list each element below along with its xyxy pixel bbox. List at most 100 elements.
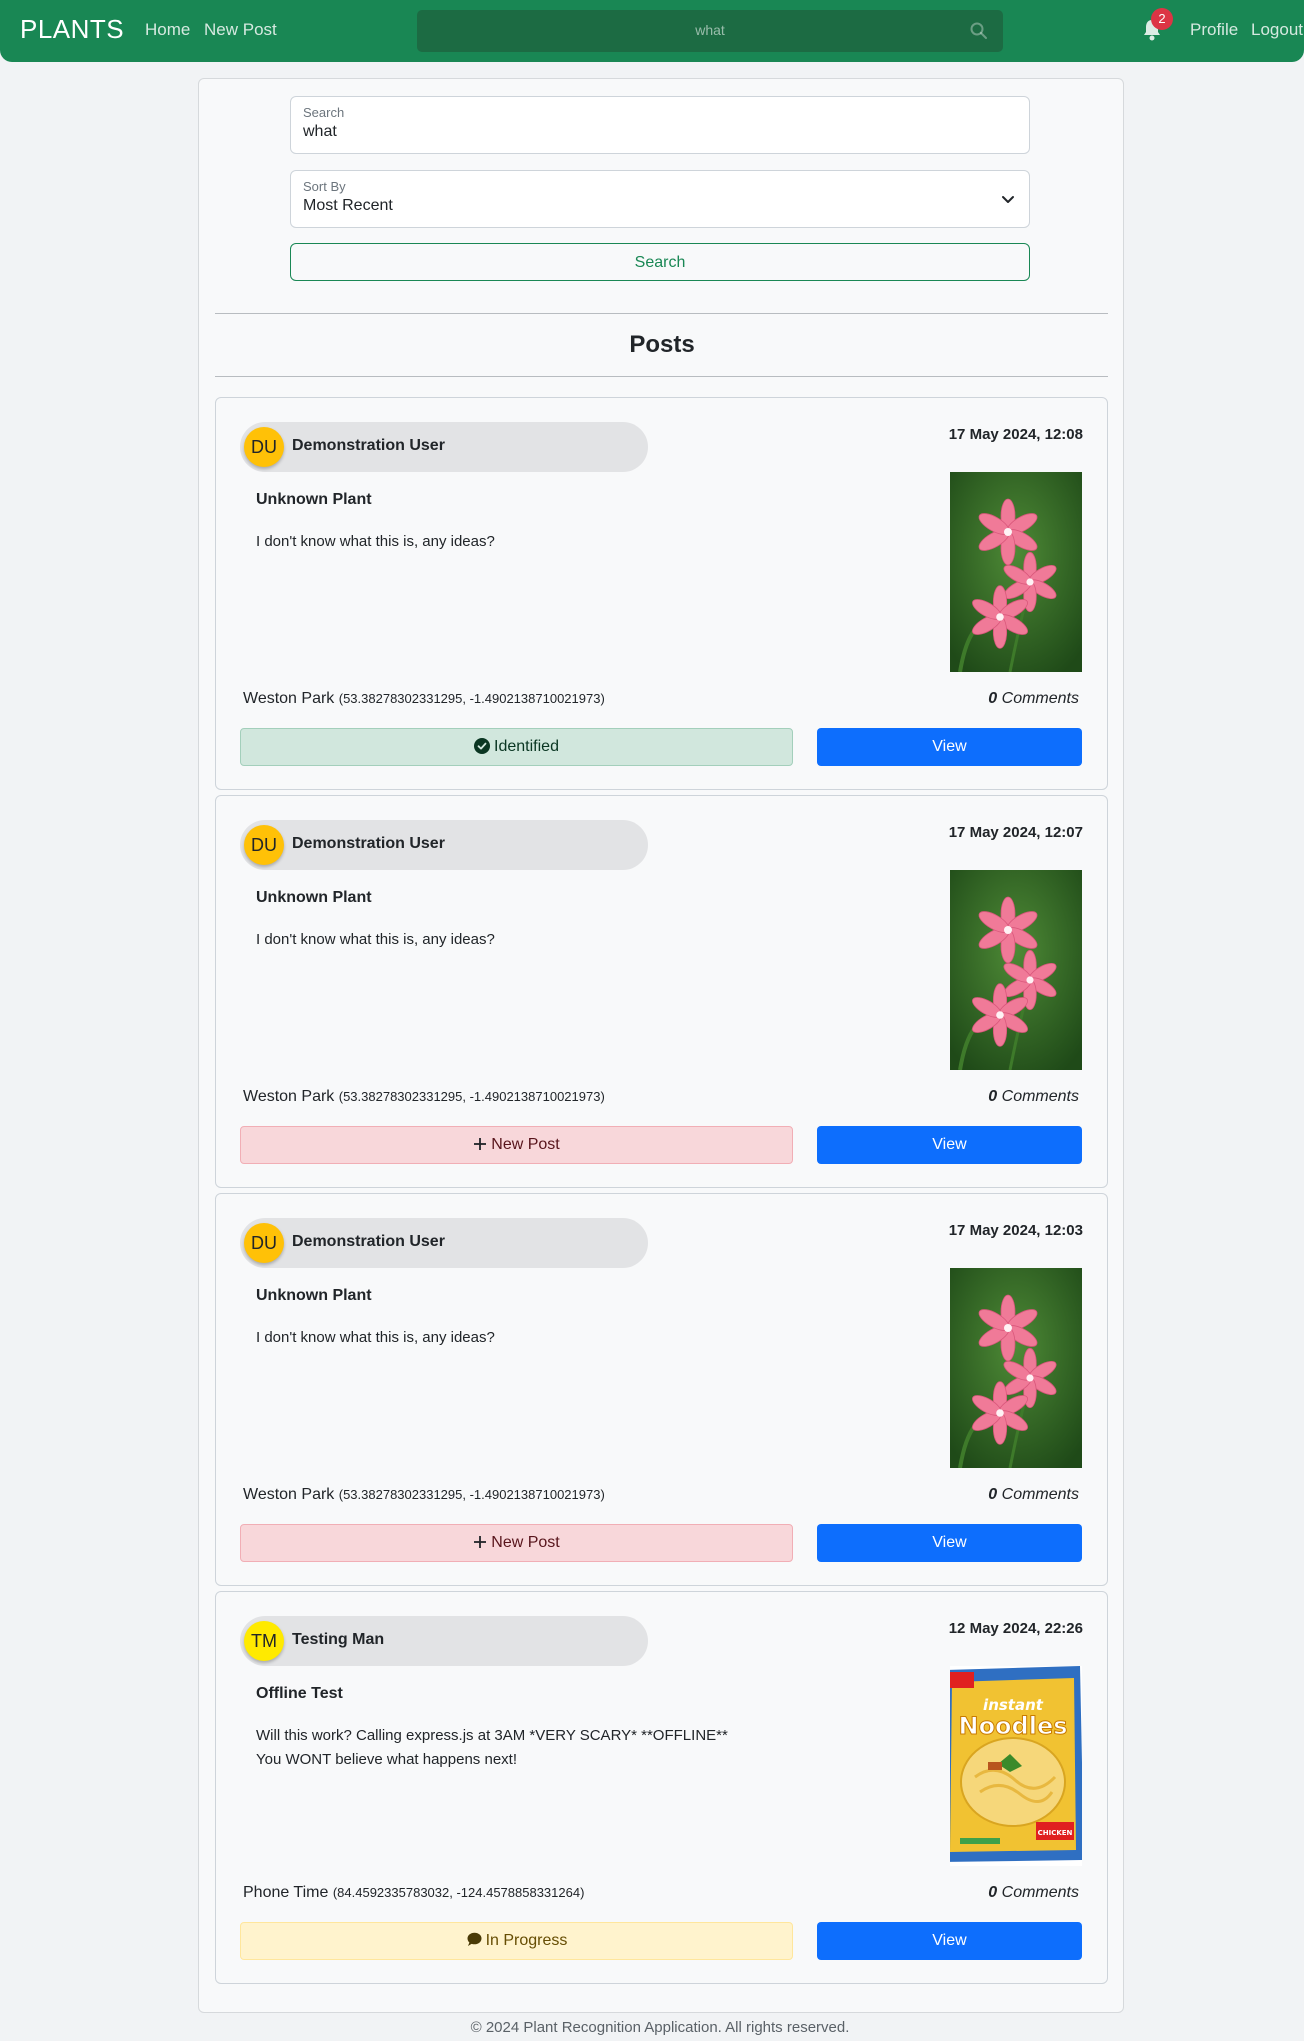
comment-count-label: Comments [1001,1884,1079,1901]
avatar: TM [244,1621,284,1661]
chat-bubble-icon [467,1932,482,1947]
plus-icon [474,1137,487,1150]
post-image[interactable] [950,472,1082,672]
search-field[interactable]: Search what [290,96,1030,154]
post-title: Offline Test [256,1685,343,1702]
location-coords: (53.38278302331295, -1.4902138710021973) [338,1487,605,1502]
nav-logout-link[interactable]: Logout [1251,20,1303,40]
post-image[interactable] [950,1268,1082,1468]
comment-count: 0 Comments [988,1088,1079,1106]
user-pill[interactable]: DU Demonstration User [240,1218,648,1268]
post-title: Unknown Plant [256,491,372,508]
post-description-line: Will this work? Calling express.js at 3A… [256,1727,728,1744]
status-label: New Post [491,1534,560,1551]
location-name: Weston Park [243,1088,335,1105]
navbar-search-input[interactable]: what [417,10,1003,52]
chevron-down-icon [1002,196,1014,203]
user-pill[interactable]: TM Testing Man [240,1616,648,1666]
footer: © 2024 Plant Recognition Application. Al… [470,2019,850,2036]
comment-count-number: 0 [988,690,998,707]
navbar: PLANTS Home New Post what 2 Profile Logo… [0,0,1304,62]
post-card: TM Testing Man 12 May 2024, 22:26 Offlin… [215,1591,1108,1984]
noodles-image: instant Noodles CHICKEN [950,1666,1082,1866]
location-coords: (53.38278302331295, -1.4902138710021973) [338,1089,605,1104]
comment-count-number: 0 [988,1088,998,1105]
post-description: I don't know what this is, any ideas? [256,530,816,554]
post-title: Unknown Plant [256,1287,372,1304]
svg-text:CHICKEN: CHICKEN [1038,1829,1073,1837]
navbar-search-value: what [695,22,725,38]
post-description-line: I don't know what this is, any ideas? [256,1329,495,1346]
avatar: DU [244,825,284,865]
status-label: Identified [494,738,559,755]
username: Testing Man [292,1631,385,1648]
post-description-line: You WONT believe what happens next! [256,1751,517,1768]
nav-profile-link[interactable]: Profile [1190,20,1238,40]
status-badge[interactable]: New Post [240,1524,793,1562]
sort-select[interactable]: Sort By Most Recent [290,170,1030,228]
post-image[interactable]: instant Noodles CHICKEN [950,1666,1082,1866]
view-button[interactable]: View [817,1922,1082,1960]
username: Demonstration User [292,437,445,454]
notification-badge: 2 [1151,8,1173,30]
status-badge[interactable]: Identified [240,728,793,766]
avatar: DU [244,427,284,467]
comment-count-label: Comments [1001,1486,1079,1503]
comment-count-label: Comments [1001,690,1079,707]
post-description: Will this work? Calling express.js at 3A… [256,1724,816,1772]
comment-count-number: 0 [988,1884,998,1901]
post-title: Unknown Plant [256,889,372,906]
post-date: 17 May 2024, 12:03 [948,1222,1083,1239]
search-button[interactable]: Search [290,243,1030,281]
post-card: DU Demonstration User 17 May 2024, 12:03… [215,1193,1108,1586]
post-description: I don't know what this is, any ideas? [256,1326,816,1350]
post-card: DU Demonstration User 17 May 2024, 12:08… [215,397,1108,790]
main-container: Search what Sort By Most Recent Search P… [198,78,1124,2013]
post-description-line: I don't know what this is, any ideas? [256,533,495,550]
search-icon[interactable] [969,21,989,41]
post-date: 12 May 2024, 22:26 [948,1620,1083,1637]
divider [215,376,1108,377]
status-label: New Post [491,1136,560,1153]
status-badge[interactable]: New Post [240,1126,793,1164]
avatar: DU [244,1223,284,1263]
post-description: I don't know what this is, any ideas? [256,928,816,952]
comment-count-number: 0 [988,1486,998,1503]
status-label: In Progress [485,1932,568,1949]
location-name: Weston Park [243,690,335,707]
nav-new-post-link[interactable]: New Post [204,20,277,40]
post-image[interactable] [950,870,1082,1070]
post-date: 17 May 2024, 12:07 [948,824,1083,841]
user-pill[interactable]: DU Demonstration User [240,820,648,870]
search-field-label: Search [303,105,345,120]
view-button[interactable]: View [817,1126,1082,1164]
comment-count-label: Comments [1001,1088,1079,1105]
location-coords: (53.38278302331295, -1.4902138710021973) [338,691,605,706]
location-name: Phone Time [243,1884,329,1901]
user-pill[interactable]: DU Demonstration User [240,422,648,472]
post-date: 17 May 2024, 12:08 [948,426,1083,443]
brand-logo[interactable]: PLANTS [20,14,124,45]
comment-count: 0 Comments [988,1884,1079,1902]
sort-select-label: Sort By [303,179,346,194]
svg-text:Noodles: Noodles [958,1712,1067,1740]
post-location: Phone Time (84.4592335783032, -124.45788… [243,1884,584,1902]
post-location: Weston Park (53.38278302331295, -1.49021… [243,1088,605,1106]
flower-image [950,870,1082,1070]
username: Demonstration User [292,835,445,852]
status-badge[interactable]: In Progress [240,1922,793,1960]
flower-image [950,472,1082,672]
sort-select-value: Most Recent [303,197,393,214]
post-card: DU Demonstration User 17 May 2024, 12:07… [215,795,1108,1188]
view-button[interactable]: View [817,728,1082,766]
search-field-value: what [303,123,337,140]
location-name: Weston Park [243,1486,335,1503]
username: Demonstration User [292,1233,445,1250]
check-circle-icon [474,737,491,754]
divider [215,313,1108,314]
nav-home-link[interactable]: Home [145,20,190,40]
view-button[interactable]: View [817,1524,1082,1562]
comment-count: 0 Comments [988,690,1079,708]
comment-count: 0 Comments [988,1486,1079,1504]
post-location: Weston Park (53.38278302331295, -1.49021… [243,690,605,708]
